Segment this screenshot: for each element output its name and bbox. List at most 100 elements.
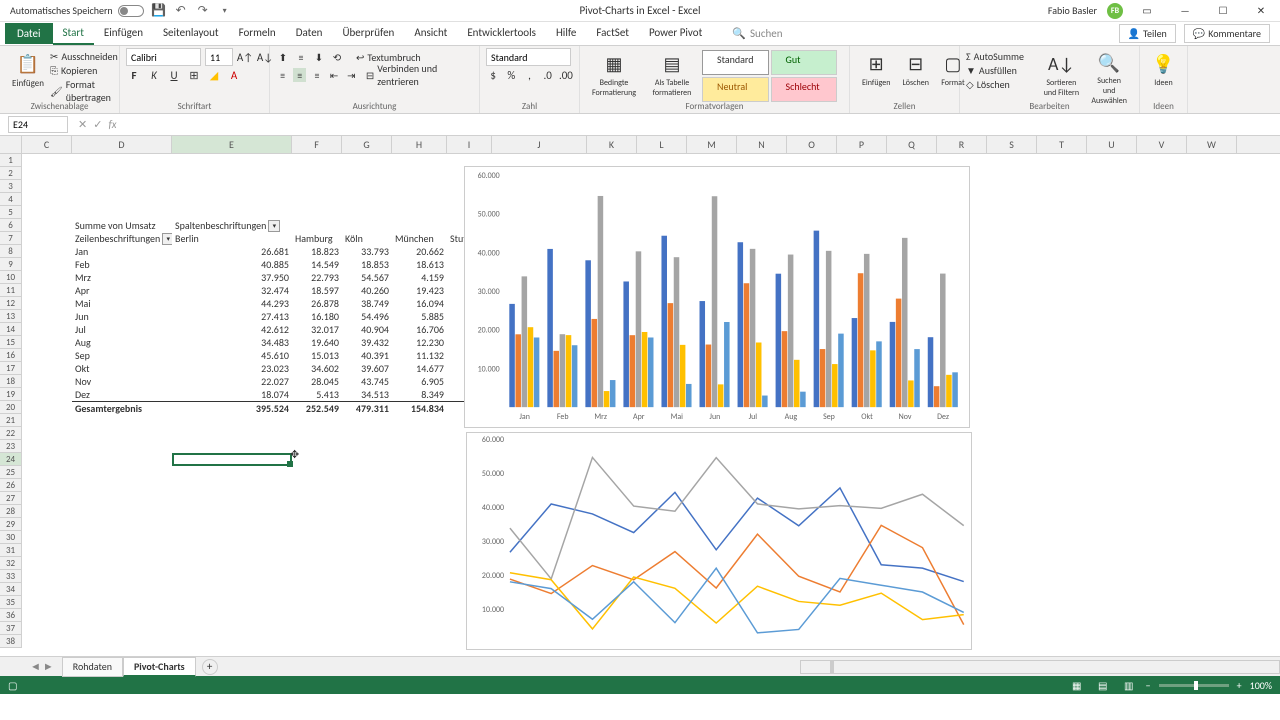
clear-button[interactable]: ◇Löschen bbox=[966, 78, 1038, 91]
cell[interactable]: 18.823 bbox=[292, 245, 342, 258]
cell[interactable]: 40.391 bbox=[342, 349, 392, 362]
cell[interactable]: Mai bbox=[72, 297, 172, 310]
row-header[interactable]: 3 bbox=[0, 180, 22, 193]
style-gut[interactable]: Gut bbox=[771, 50, 838, 75]
cell[interactable]: 16.094 bbox=[392, 297, 447, 310]
cell[interactable]: 54.496 bbox=[342, 310, 392, 323]
number-format-select[interactable] bbox=[486, 48, 571, 66]
cell[interactable]: Dez bbox=[72, 388, 172, 401]
col-header[interactable]: S bbox=[987, 136, 1037, 153]
cell[interactable]: 22.027 bbox=[172, 375, 292, 388]
worksheet-grid[interactable]: CDEFGHIJKLMNOPQRSTUVW 123456789101112131… bbox=[0, 136, 1280, 656]
font-color-icon[interactable]: A bbox=[226, 67, 242, 83]
row-header[interactable]: 26 bbox=[0, 479, 22, 492]
maximize-icon[interactable]: ☐ bbox=[1209, 0, 1237, 22]
col-header[interactable]: K bbox=[587, 136, 637, 153]
row-header[interactable]: 23 bbox=[0, 440, 22, 453]
italic-button[interactable]: K bbox=[146, 67, 162, 83]
zoom-slider[interactable] bbox=[1159, 684, 1229, 687]
cell[interactable]: 252.549 bbox=[292, 401, 342, 414]
record-macro-icon[interactable]: ▢ bbox=[8, 679, 17, 692]
ribbon-options-icon[interactable]: ▭ bbox=[1133, 0, 1161, 22]
tab-start[interactable]: Start bbox=[53, 22, 94, 45]
row-header[interactable]: 13 bbox=[0, 310, 22, 323]
font-name-select[interactable] bbox=[126, 48, 201, 66]
row-header[interactable]: 37 bbox=[0, 622, 22, 635]
row-header[interactable]: 29 bbox=[0, 518, 22, 531]
row-header[interactable]: 32 bbox=[0, 557, 22, 570]
sheet-tab[interactable]: Rohdaten bbox=[62, 657, 123, 677]
inc-decimal-icon[interactable]: .0 bbox=[541, 67, 555, 83]
delete-cells-button[interactable]: ⊟Löschen bbox=[896, 48, 934, 102]
row-header[interactable]: 36 bbox=[0, 609, 22, 622]
cell[interactable]: 20.662 bbox=[392, 245, 447, 258]
dec-decimal-icon[interactable]: .00 bbox=[559, 67, 573, 83]
cell[interactable]: 12.230 bbox=[392, 336, 447, 349]
bold-button[interactable]: F bbox=[126, 67, 142, 83]
normal-view-icon[interactable]: ▦ bbox=[1068, 678, 1086, 692]
col-header[interactable]: Q bbox=[887, 136, 937, 153]
paste-button[interactable]: 📋 Einfügen bbox=[6, 48, 50, 102]
col-header[interactable]: U bbox=[1087, 136, 1137, 153]
cell[interactable]: 18.074 bbox=[172, 388, 292, 401]
cell[interactable]: Jun bbox=[72, 310, 172, 323]
cell[interactable]: München bbox=[392, 232, 447, 245]
cell[interactable]: 42.612 bbox=[172, 323, 292, 336]
cell[interactable]: 45.610 bbox=[172, 349, 292, 362]
fx-icon[interactable]: fx bbox=[108, 118, 116, 131]
cell[interactable]: 43.745 bbox=[342, 375, 392, 388]
cell[interactable]: 34.483 bbox=[172, 336, 292, 349]
col-header[interactable]: M bbox=[687, 136, 737, 153]
row-header[interactable]: 9 bbox=[0, 258, 22, 271]
align-middle-icon[interactable]: ≡ bbox=[294, 50, 308, 64]
copy-button[interactable]: ⎘Kopieren bbox=[50, 64, 118, 77]
cell[interactable]: 40.885 bbox=[172, 258, 292, 271]
tab-entwicklertools[interactable]: Entwicklertools bbox=[457, 22, 546, 45]
tab-daten[interactable]: Daten bbox=[286, 22, 333, 45]
col-header[interactable]: J bbox=[492, 136, 587, 153]
cell[interactable]: 8.349 bbox=[392, 388, 447, 401]
align-left-icon[interactable]: ≡ bbox=[276, 68, 289, 82]
line-chart[interactable]: 10.00020.00030.00040.00050.00060.000 bbox=[466, 432, 972, 650]
save-icon[interactable]: 💾 bbox=[152, 4, 166, 18]
page-layout-view-icon[interactable]: ▤ bbox=[1094, 678, 1112, 692]
horizontal-scrollbar[interactable] bbox=[800, 660, 1280, 674]
indent-dec-icon[interactable]: ⇤ bbox=[328, 68, 341, 82]
tab-file[interactable]: Datei bbox=[5, 23, 53, 44]
cell[interactable]: 34.602 bbox=[292, 362, 342, 375]
autosum-button[interactable]: ΣAutoSumme bbox=[966, 50, 1038, 63]
insert-cells-button[interactable]: ⊞Einfügen bbox=[856, 48, 896, 102]
cell[interactable]: 32.017 bbox=[292, 323, 342, 336]
cell[interactable]: Apr bbox=[72, 284, 172, 297]
row-header[interactable]: 35 bbox=[0, 596, 22, 609]
cell[interactable]: Nov bbox=[72, 375, 172, 388]
zoom-in-icon[interactable]: + bbox=[1237, 679, 1242, 692]
tab-seitenlayout[interactable]: Seitenlayout bbox=[153, 22, 229, 45]
indent-inc-icon[interactable]: ⇥ bbox=[345, 68, 358, 82]
cell[interactable]: Sep bbox=[72, 349, 172, 362]
row-header[interactable]: 17 bbox=[0, 362, 22, 375]
row-header[interactable]: 28 bbox=[0, 505, 22, 518]
row-header[interactable]: 12 bbox=[0, 297, 22, 310]
tab-hilfe[interactable]: Hilfe bbox=[546, 22, 586, 45]
comma-icon[interactable]: , bbox=[522, 67, 536, 83]
cell[interactable]: 16.180 bbox=[292, 310, 342, 323]
tab-power pivot[interactable]: Power Pivot bbox=[639, 22, 712, 45]
row-header[interactable]: 8 bbox=[0, 245, 22, 258]
cancel-formula-icon[interactable]: ✕ bbox=[78, 118, 87, 131]
row-header[interactable]: 27 bbox=[0, 492, 22, 505]
redo-icon[interactable]: ↷ bbox=[196, 4, 210, 18]
cell[interactable]: 154.834 bbox=[392, 401, 447, 414]
cell[interactable]: 15.013 bbox=[292, 349, 342, 362]
row-header[interactable]: 30 bbox=[0, 531, 22, 544]
cell[interactable]: 39.432 bbox=[342, 336, 392, 349]
border-icon[interactable]: ⊞ bbox=[186, 67, 202, 83]
cell[interactable]: Okt bbox=[72, 362, 172, 375]
cell[interactable]: 34.513 bbox=[342, 388, 392, 401]
share-button[interactable]: 👤Teilen bbox=[1119, 24, 1176, 43]
row-header[interactable]: 25 bbox=[0, 466, 22, 479]
cell[interactable]: 26.878 bbox=[292, 297, 342, 310]
increase-font-icon[interactable]: A↑ bbox=[237, 49, 253, 65]
align-bottom-icon[interactable]: ⬇ bbox=[312, 50, 326, 64]
row-header[interactable]: 14 bbox=[0, 323, 22, 336]
